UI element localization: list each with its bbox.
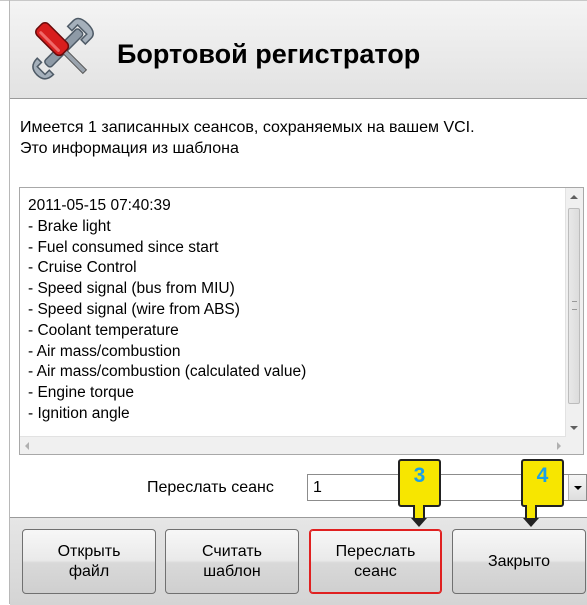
list-item: - Speed signal (bus from MIU) [28,280,235,298]
scroll-up-icon[interactable] [570,195,578,199]
chevron-down-icon [574,486,582,490]
open-file-button[interactable]: Открыть файл [22,529,156,594]
scroll-left-icon[interactable] [25,442,29,450]
info-line-1: Имеется 1 записанных сеансов, сохраняемы… [20,119,475,136]
callout-3-number: 3 [413,464,426,487]
session-select-value: 1 [313,479,322,496]
list-item: - Speed signal (wire from ABS) [28,300,240,318]
dialog-header: Бортовой регистратор [10,1,587,99]
list-item: - Ignition angle [28,404,130,422]
horizontal-scrollbar[interactable] [20,436,566,454]
vertical-scrollbar[interactable] [565,188,583,437]
grip-icon [572,301,577,310]
read-template-button[interactable]: Считать шаблон [165,529,299,594]
callout-3-arrow-icon [411,518,427,527]
list-item: - Air mass/combustion [28,342,181,360]
session-list-content: 2011-05-15 07:40:39 - Brake light - Fuel… [28,196,563,436]
callout-3-stem [413,505,425,519]
dialog-title: Бортовой регистратор [117,39,421,69]
callout-4-arrow-icon [523,518,539,527]
list-item: - Cruise Control [28,259,137,277]
info-text: Имеется 1 записанных сеансов, сохраняемы… [20,117,580,159]
scroll-right-icon[interactable] [557,442,561,450]
list-item: - Coolant temperature [28,321,179,339]
callout-3-box: 3 [398,459,441,507]
info-line-2: Это информация из шаблона [20,140,239,157]
dropdown-button[interactable] [568,475,586,500]
scroll-down-icon[interactable] [570,426,578,430]
list-item: - Brake light [28,217,111,235]
close-button[interactable]: Закрыто [452,529,586,594]
send-session-label: Переслать сеанс [147,479,274,496]
callout-4-box: 4 [521,459,564,507]
callout-4-number: 4 [536,464,549,487]
list-item: - Fuel consumed since start [28,238,219,256]
list-item: 2011-05-15 07:40:39 [28,197,171,214]
send-session-button[interactable]: Переслать сеанс [309,529,442,594]
callout-4-stem [525,505,537,519]
scroll-thumb[interactable] [568,208,580,404]
list-item: - Engine torque [28,384,134,402]
tools-icon [28,15,96,83]
session-list[interactable]: 2011-05-15 07:40:39 - Brake light - Fuel… [19,187,584,455]
list-item: - Air mass/combustion (calculated value) [28,363,307,381]
scrollbar-corner [566,437,583,454]
